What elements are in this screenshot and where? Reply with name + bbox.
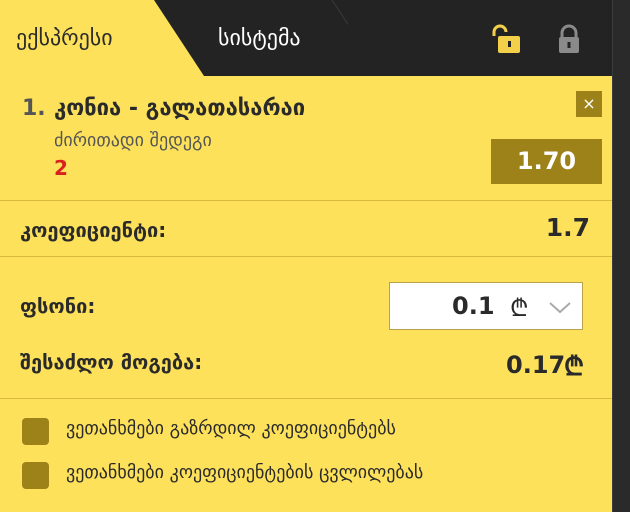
stake-input[interactable]: 0.1 ₾ — [389, 282, 583, 330]
checkbox-box[interactable] — [22, 418, 49, 445]
possible-win-label: შესაძლო მოგება: — [20, 350, 203, 374]
checkbox-label: ვეთანხმები გაზრდილ კოეფიციენტებს — [66, 418, 396, 439]
unlocked-icon[interactable] — [488, 24, 524, 54]
locked-icon[interactable] — [554, 24, 584, 54]
bet-market: ძირითადი შედეგი — [54, 130, 212, 151]
scrollbar-track[interactable] — [612, 0, 630, 512]
betslip-tabs: ექსპრესი სისტემა — [0, 0, 612, 76]
tab-express-label: ექსპრესი — [16, 26, 113, 51]
remove-bet-button[interactable]: × — [576, 91, 602, 117]
betslip-panel: ექსპრესი სისტემა 1. კონია - გალათასარაი … — [0, 0, 612, 512]
checkbox-box[interactable] — [22, 462, 49, 489]
stake-currency-icon: ₾ — [510, 294, 529, 322]
divider — [0, 398, 612, 399]
chevron-down-icon[interactable] — [548, 301, 572, 315]
scrollbar-edge — [612, 0, 613, 512]
possible-win-value: 0.17 — [506, 351, 566, 379]
tab-system[interactable]: სისტემა — [178, 0, 348, 76]
coefficient-label: კოეფიციენტი: — [20, 218, 167, 242]
divider — [0, 200, 612, 201]
divider — [0, 256, 612, 257]
bet-selection: 2 — [54, 156, 68, 180]
bet-odd: 1.70 — [491, 139, 602, 184]
stake-label: ფსონი: — [20, 294, 96, 318]
stake-value: 0.1 — [452, 292, 495, 320]
bet-number: 1. — [22, 96, 46, 121]
coefficient-value: 1.7 — [545, 213, 590, 242]
checkbox-label: ვეთანხმები კოეფიციენტების ცვლილებას — [66, 462, 424, 483]
tab-system-label: სისტემა — [218, 26, 301, 51]
possible-win-currency-icon: ₾ — [564, 352, 585, 382]
bet-match-name: კონია - გალათასარაი — [54, 96, 306, 121]
